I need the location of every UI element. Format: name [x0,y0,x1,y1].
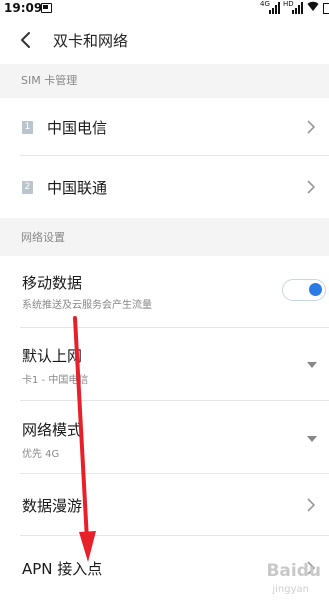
sim-1-badge-icon: 1 [22,121,33,134]
section-header-sim: SIM 卡管理 [0,64,329,98]
chevron-right-icon [307,498,316,512]
sim-2-label: 中国联通 [47,179,108,197]
sim-item-1[interactable]: 1 中国电信 [0,98,329,156]
network-mode-label: 网络模式 [22,421,83,439]
section-header-sim-label: SIM 卡管理 [21,74,78,87]
battery-icon [323,2,329,14]
network-mode-value: 优先 4G [22,449,60,460]
mobile-data-label: 移动数据 [22,274,83,292]
watermark-sub: jingyan [272,584,309,595]
signal-2-icon: HD [283,0,303,14]
notification-icon [41,3,52,13]
signal-1-icon: 4G [260,0,280,14]
mobile-data-row: 移动数据 系统推送及云服务会产生流量 [0,256,329,328]
chevron-right-icon [307,120,316,134]
back-icon[interactable] [17,30,35,50]
dropdown-arrow-icon [307,436,317,442]
dropdown-arrow-icon [307,362,317,368]
status-time: 19:09 [4,1,43,15]
sim-1-label: 中国电信 [47,119,108,137]
signal-2-label: HD [283,0,294,8]
page-title: 双卡和网络 [53,32,129,50]
status-bar: 19:09 4G HD [0,0,329,17]
status-icons: 4G HD [260,0,329,15]
toggle-knob [309,283,322,296]
section-header-network: 网络设置 [0,218,329,256]
mobile-data-description: 系统推送及云服务会产生流量 [22,300,152,311]
sim-2-badge-icon: 2 [22,181,33,194]
default-internet-label: 默认上网 [22,347,83,365]
signal-1-label: 4G [260,0,270,8]
title-bar: 双卡和网络 [0,17,329,64]
wifi-icon [307,1,319,15]
section-header-network-label: 网络设置 [21,231,65,244]
chevron-right-icon [307,180,316,194]
default-internet-row[interactable]: 默认上网 卡1 - 中国电信 [0,328,329,401]
default-internet-value: 卡1 - 中国电信 [22,375,89,386]
network-mode-row[interactable]: 网络模式 优先 4G [0,401,329,474]
mobile-data-toggle[interactable] [282,279,326,301]
data-roaming-row[interactable]: 数据漫游 [0,474,329,536]
apn-label: APN 接入点 [22,560,103,578]
watermark-logo: Baidu [266,561,321,581]
sim-item-2[interactable]: 2 中国联通 [0,156,329,218]
data-roaming-label: 数据漫游 [22,497,83,515]
